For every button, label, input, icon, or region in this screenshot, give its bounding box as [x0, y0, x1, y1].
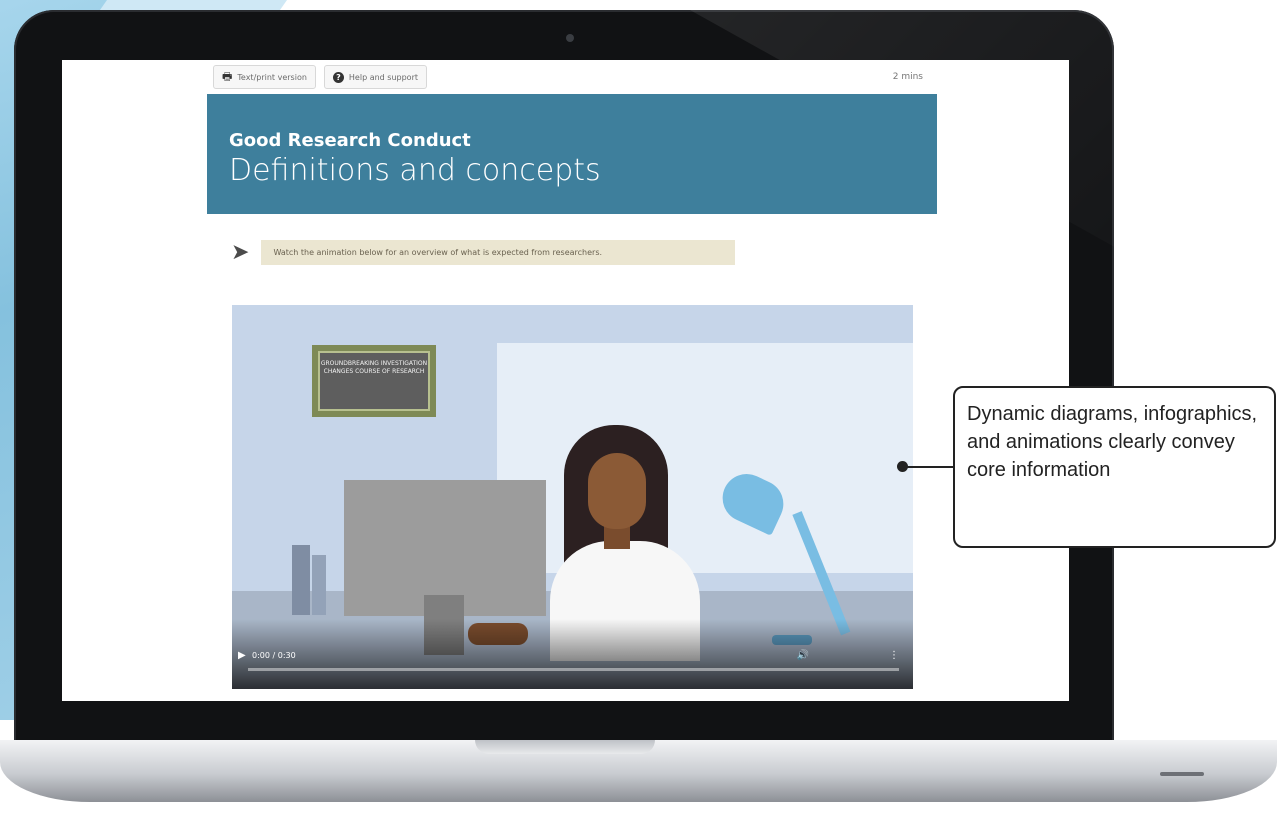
video-scene-books: [312, 555, 326, 615]
printer-icon: 🖶: [222, 69, 233, 83]
video-progress-bar[interactable]: [248, 668, 899, 671]
callout-connector-line: [904, 466, 954, 468]
laptop-opening-notch: [475, 740, 655, 754]
video-time: 0:00 / 0:30: [252, 651, 296, 660]
more-options-icon[interactable]: ⋮: [889, 650, 899, 661]
page-banner: Good Research Conduct Definitions and co…: [207, 94, 937, 214]
sign-text: GROUNDBREAKING INVESTIGATION CHANGES COU…: [318, 351, 430, 411]
play-icon[interactable]: ▶: [238, 650, 246, 661]
instruction-box: Watch the animation below for an overvie…: [261, 240, 736, 265]
video-scene-character-face: [588, 453, 646, 529]
feature-callout: Dynamic diagrams, infographics, and anim…: [953, 386, 1276, 548]
instruction-row: ➤ Watch the animation below for an overv…: [231, 240, 937, 265]
course-page: 🖶 Text/print version ? Help and support …: [207, 60, 937, 701]
text-print-version-button[interactable]: 🖶 Text/print version: [213, 65, 316, 89]
volume-icon[interactable]: 🔊: [797, 650, 809, 661]
webcam-icon: [566, 34, 574, 42]
laptop-screen: 🖶 Text/print version ? Help and support …: [62, 60, 1069, 701]
video-scene-sign: GROUNDBREAKING INVESTIGATION CHANGES COU…: [312, 345, 436, 417]
chevron-right-icon: ➤: [231, 240, 250, 265]
video-scene-window: [497, 343, 913, 573]
page-title: Definitions and concepts: [229, 153, 601, 188]
video-scene-books: [292, 545, 310, 615]
course-title: Good Research Conduct: [229, 130, 471, 151]
text-print-label: Text/print version: [237, 72, 307, 82]
help-label: Help and support: [348, 72, 418, 82]
top-toolbar: 🖶 Text/print version ? Help and support …: [207, 60, 937, 94]
video-player[interactable]: GROUNDBREAKING INVESTIGATION CHANGES COU…: [232, 305, 913, 689]
help-support-button[interactable]: ? Help and support: [323, 65, 427, 89]
duration-label: 2 mins: [892, 72, 923, 82]
question-icon: ?: [332, 71, 344, 83]
laptop-foot: [1160, 772, 1204, 776]
video-controls: ▶ 0:00 / 0:30 🔊 ⋮: [232, 619, 913, 689]
